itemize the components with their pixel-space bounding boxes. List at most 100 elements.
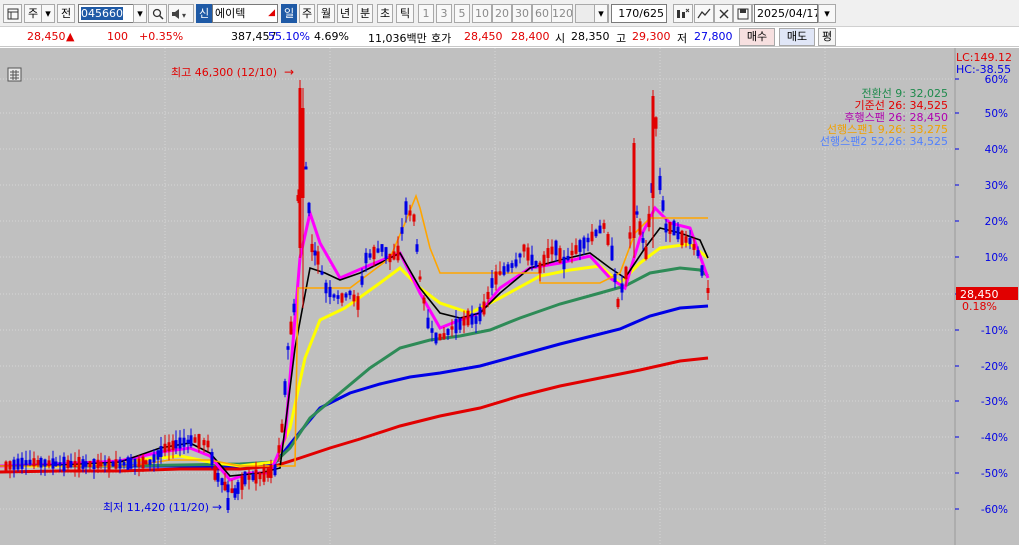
period-btn-day[interactable]: 일 [281, 4, 297, 23]
open-price: 28,350 [571, 30, 610, 43]
candle-body [482, 301, 486, 315]
candle-body [298, 88, 302, 248]
chart-settings-icon[interactable] [7, 67, 22, 82]
y-tick-label: -40% [981, 432, 1008, 444]
interval-btn-5[interactable]: 5 [454, 4, 470, 23]
candle-body [141, 456, 145, 469]
candle-body [462, 316, 466, 326]
interval-btn-60[interactable]: 60 [532, 4, 552, 23]
period-btn-minute[interactable]: 분 [357, 4, 373, 23]
candle-body [96, 459, 100, 469]
code-dropdown-icon[interactable]: ▾ [133, 4, 147, 23]
candle-body [126, 457, 130, 470]
stock-name-field[interactable]: 에이텍 ◢ [212, 4, 278, 23]
close-tool-icon[interactable] [714, 4, 733, 23]
candle-body [307, 202, 311, 214]
candle-body [396, 245, 400, 261]
candle-body [486, 291, 490, 300]
y-tick-label: 30% [985, 180, 1008, 192]
candle-body [69, 460, 73, 468]
candle-body [28, 459, 32, 465]
candle-body [518, 253, 522, 258]
interval-btn-30[interactable]: 30 [512, 4, 532, 23]
candle-body [364, 252, 368, 264]
candle-body [36, 459, 40, 466]
interval-btn-20[interactable]: 20 [492, 4, 512, 23]
interval-btn-10[interactable]: 10 [472, 4, 492, 23]
current-price: 28,450 [27, 30, 66, 43]
interval-btn-120[interactable]: 120 [551, 4, 573, 23]
hc-label: HC:-38.55 [956, 63, 1011, 76]
interval-btn-3[interactable]: 3 [436, 4, 452, 23]
candle-body [408, 210, 412, 216]
credit-badge: 신 [196, 4, 212, 23]
search-icon[interactable] [148, 4, 167, 23]
candle-body [534, 261, 538, 267]
candle-body [356, 296, 360, 310]
candle-body [88, 460, 92, 468]
period-btn-week[interactable]: 주 [299, 4, 315, 23]
price-chart[interactable]: 최고 46,300 (12/10) → 최저 11,420 (11/20) → … [0, 48, 1019, 545]
chart-canvas[interactable]: 최고 46,300 (12/10) → 최저 11,420 (11/20) → … [0, 48, 1019, 545]
candle-body [616, 298, 620, 308]
candle-body [206, 440, 210, 448]
candle-body [458, 318, 462, 330]
candle-body [632, 143, 636, 238]
y-tick-label: -60% [981, 504, 1008, 516]
save-icon[interactable] [733, 4, 752, 23]
period-btn-tick[interactable]: 틱 [396, 4, 414, 23]
candle-body [73, 460, 77, 468]
quote-label: 호가 [431, 32, 452, 45]
candle-body [289, 321, 293, 335]
candle-body [43, 459, 47, 467]
candle-body [418, 276, 422, 280]
candle-body [450, 326, 454, 330]
candle-body [32, 458, 36, 467]
period-selector[interactable]: 주 [24, 4, 42, 23]
candle-body [578, 240, 582, 252]
y-tick-label: 50% [985, 108, 1008, 120]
period-dropdown-icon[interactable]: ▾ [41, 4, 55, 23]
speaker-icon[interactable]: ▾ [168, 4, 194, 23]
candle-body [624, 266, 628, 280]
candle-body [340, 293, 344, 303]
period-btn-second[interactable]: 초 [377, 4, 393, 23]
candle-body [554, 240, 558, 256]
window-layout-icon[interactable] [3, 4, 22, 23]
candle-body [8, 461, 12, 470]
candle-body [144, 460, 148, 465]
candle-body [182, 437, 186, 447]
candle-body [522, 244, 526, 252]
candle-body [651, 96, 655, 198]
candle-body [277, 445, 281, 453]
candle-body [336, 295, 340, 299]
eval-button[interactable]: 평 [818, 28, 836, 46]
interval-btn-1[interactable]: 1 [418, 4, 434, 23]
period-btn-month[interactable]: 월 [317, 4, 335, 23]
stock-code-input[interactable]: 045660 [78, 4, 134, 23]
candle-body [610, 245, 614, 261]
market-selector[interactable]: 전 [57, 4, 75, 23]
ask-price: 28,450 [464, 30, 503, 43]
calendar-dropdown-icon[interactable]: ▾ [818, 4, 836, 23]
draw-line-icon[interactable] [694, 4, 714, 23]
sell-button[interactable]: 매도 [779, 28, 815, 46]
candle-body [310, 243, 314, 253]
date-input[interactable]: 2025/04/17 [754, 4, 818, 23]
candle-body [107, 458, 111, 470]
candle-body [167, 442, 171, 452]
crosshair-tool-icon[interactable] [673, 4, 693, 23]
bar-count-input[interactable]: 170/625 [611, 4, 667, 23]
candle-body [24, 460, 28, 466]
chart-toolbar: 주 ▾ 전 045660 ▾ ▾ 신 에이텍 ◢ 일 주 월 년 분 초 틱 1 … [0, 0, 1019, 27]
candle-body [658, 175, 662, 191]
y-tick-label: 10% [985, 252, 1008, 264]
candle-body [62, 456, 66, 472]
candle-body [273, 464, 277, 476]
interval-dropdown-icon[interactable]: ▾ [594, 4, 608, 23]
candle-body [470, 313, 474, 325]
candle-body [328, 286, 332, 298]
buy-button[interactable]: 매수 [739, 28, 775, 46]
candle-body [478, 306, 482, 322]
period-btn-year[interactable]: 년 [337, 4, 353, 23]
